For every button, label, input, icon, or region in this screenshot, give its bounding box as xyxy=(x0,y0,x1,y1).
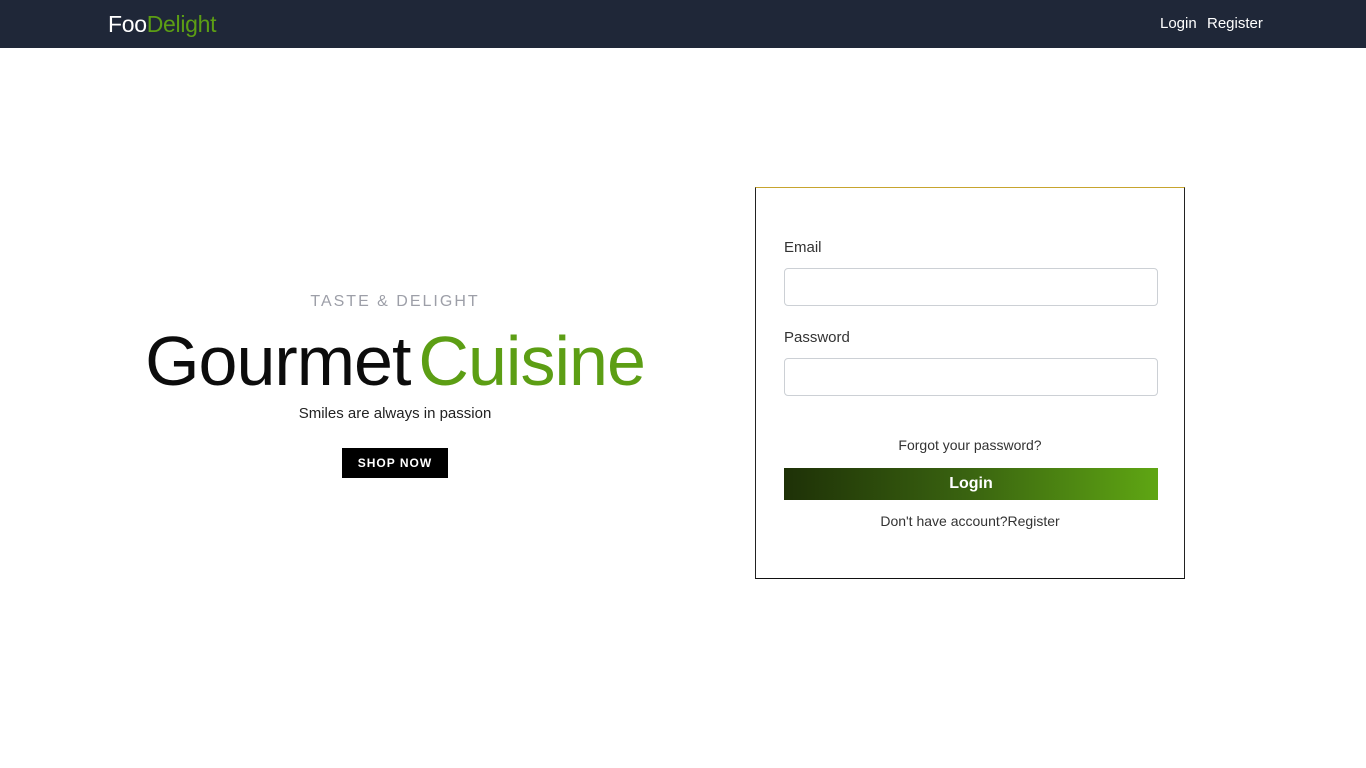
forgot-password-link[interactable]: Forgot your password? xyxy=(756,437,1184,453)
brand-logo[interactable]: FooDelight xyxy=(108,10,217,38)
top-navbar: FooDelight Login Register xyxy=(0,0,1366,48)
hero-headline-word2: Cuisine xyxy=(418,322,645,400)
brand-logo-part2: Delight xyxy=(146,11,217,37)
login-submit-button[interactable]: Login xyxy=(784,468,1158,500)
hero-eyebrow: TASTE & DELIGHT xyxy=(310,293,480,310)
register-link[interactable]: Register xyxy=(1008,513,1060,529)
shop-now-button[interactable]: SHOP NOW xyxy=(341,448,449,478)
nav-login-link[interactable]: Login xyxy=(1160,15,1197,33)
no-account-text: Don't have account? xyxy=(880,513,1008,529)
register-prompt: Don't have account?Register xyxy=(756,513,1184,529)
email-field[interactable] xyxy=(784,268,1158,306)
email-label: Email xyxy=(784,239,822,256)
password-field[interactable] xyxy=(784,358,1158,396)
login-card: Email Password Forgot your password? Log… xyxy=(755,187,1185,579)
brand-logo-part1: Foo xyxy=(108,11,147,37)
hero-headline: Gourmet Cuisine xyxy=(110,324,680,398)
hero-tagline: Smiles are always in passion xyxy=(298,405,492,422)
hero-section: TASTE & DELIGHT Gourmet Cuisine Smiles ar… xyxy=(110,290,680,478)
nav-register-link[interactable]: Register xyxy=(1207,15,1263,33)
hero-headline-word1: Gourmet xyxy=(145,322,411,400)
password-label: Password xyxy=(784,329,850,346)
